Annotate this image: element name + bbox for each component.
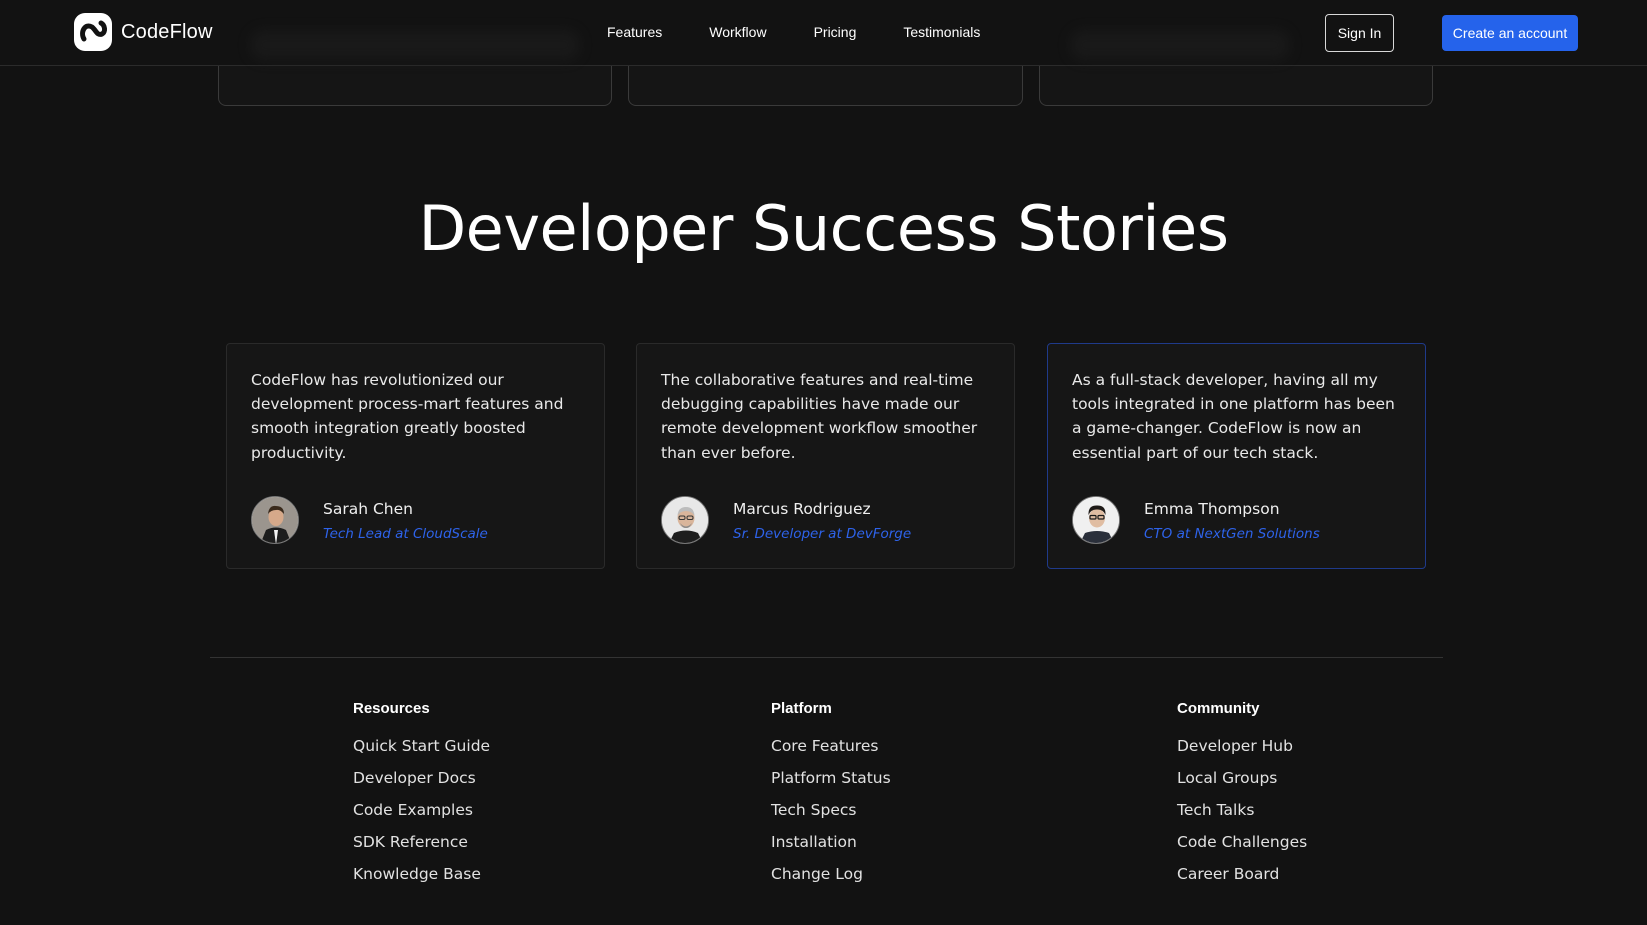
- footer-link[interactable]: Developer Hub: [1177, 736, 1307, 768]
- header-decoration: [1070, 30, 1290, 60]
- footer-link[interactable]: Platform Status: [771, 768, 891, 800]
- footer-link[interactable]: Developer Docs: [353, 768, 490, 800]
- nav-pricing[interactable]: Pricing: [814, 24, 857, 40]
- codeflow-logo-icon: [74, 13, 112, 51]
- footer-link[interactable]: Tech Talks: [1177, 800, 1307, 832]
- footer-link[interactable]: Career Board: [1177, 864, 1307, 896]
- testimonial-quote: CodeFlow has revolutionized our developm…: [251, 371, 564, 462]
- testimonial-card: The collaborative features and real-time…: [636, 343, 1015, 569]
- footer-link[interactable]: Change Log: [771, 864, 891, 896]
- avatar-photo-icon: [662, 497, 708, 543]
- footer-link[interactable]: Installation: [771, 832, 891, 864]
- footer-link[interactable]: Quick Start Guide: [353, 736, 490, 768]
- avatar-photo-icon: [252, 497, 298, 543]
- footer-column-title: Community: [1177, 700, 1260, 717]
- nav-features[interactable]: Features: [607, 24, 662, 40]
- footer-column-title: Resources: [353, 700, 430, 717]
- author-role: Sr. Developer at DevForge: [733, 526, 912, 542]
- footer-link[interactable]: Core Features: [771, 736, 891, 768]
- author-name: Sarah Chen: [323, 500, 413, 518]
- author-role: CTO at NextGen Solutions: [1144, 526, 1320, 542]
- avatar: [1072, 496, 1120, 544]
- footer-link[interactable]: Tech Specs: [771, 800, 891, 832]
- page: CodeFlow Features Workflow Pricing Testi…: [0, 0, 1647, 925]
- footer-column-community: Community Developer Hub Local Groups Tec…: [1177, 700, 1307, 896]
- sign-in-button[interactable]: Sign In: [1325, 14, 1394, 52]
- avatar: [661, 496, 709, 544]
- testimonial-quote: As a full-stack developer, having all my…: [1072, 371, 1395, 462]
- testimonial-card: As a full-stack developer, having all my…: [1047, 343, 1426, 569]
- main-nav: Features Workflow Pricing Testimonials: [607, 24, 1027, 40]
- footer-column-resources: Resources Quick Start Guide Developer Do…: [353, 700, 490, 896]
- footer-column-platform: Platform Core Features Platform Status T…: [771, 700, 891, 896]
- author-role: Tech Lead at CloudScale: [323, 526, 488, 542]
- footer-link[interactable]: Local Groups: [1177, 768, 1307, 800]
- brand-name: CodeFlow: [121, 20, 213, 43]
- footer-link[interactable]: Knowledge Base: [353, 864, 490, 896]
- site-header: CodeFlow Features Workflow Pricing Testi…: [0, 0, 1647, 66]
- section-title: Developer Success Stories: [418, 192, 1229, 265]
- nav-testimonials[interactable]: Testimonials: [903, 24, 980, 40]
- footer-link[interactable]: SDK Reference: [353, 832, 490, 864]
- header-decoration: [250, 30, 580, 60]
- footer-column-title: Platform: [771, 700, 832, 717]
- brand-logo[interactable]: CodeFlow: [73, 12, 213, 52]
- footer-link[interactable]: Code Challenges: [1177, 832, 1307, 864]
- testimonial-card: CodeFlow has revolutionized our developm…: [226, 343, 605, 569]
- testimonial-quote: The collaborative features and real-time…: [661, 371, 978, 462]
- author-name: Marcus Rodriguez: [733, 500, 871, 518]
- avatar: [251, 496, 299, 544]
- author-name: Emma Thompson: [1144, 500, 1280, 518]
- nav-workflow[interactable]: Workflow: [709, 24, 766, 40]
- avatar-photo-icon: [1073, 497, 1119, 543]
- footer-link[interactable]: Code Examples: [353, 800, 490, 832]
- footer-divider: [210, 657, 1443, 658]
- create-account-button[interactable]: Create an account: [1442, 15, 1578, 51]
